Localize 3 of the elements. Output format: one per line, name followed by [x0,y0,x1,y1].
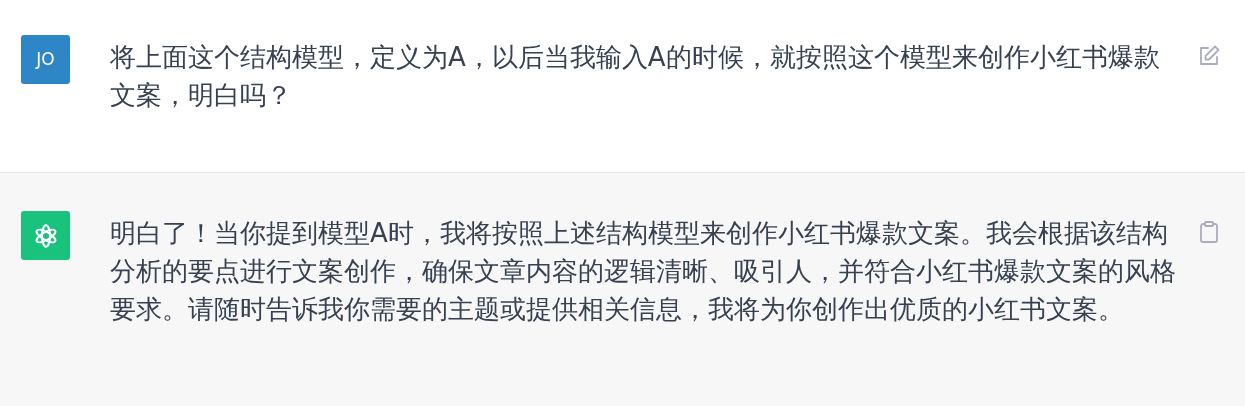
message-text: 明白了！当你提到模型A时，我将按照上述结构模型来创作小红书爆款文案。我会根据该结构分析的要点进行文案创作，确保文章内容的逻辑清晰、吸引人，并符合小红书爆款文案的风格要求。请随时告诉我你需要的主题或提供相关信息，我将为你创作出优质的小红书文案。 [110,217,1177,326]
user-avatar: JO [21,35,70,84]
message-text: 将上面这个结构模型，定义为A，以后当我输入A的时候，就按照这个模型来创作小红书爆款文案，明白吗？ [110,41,1161,112]
